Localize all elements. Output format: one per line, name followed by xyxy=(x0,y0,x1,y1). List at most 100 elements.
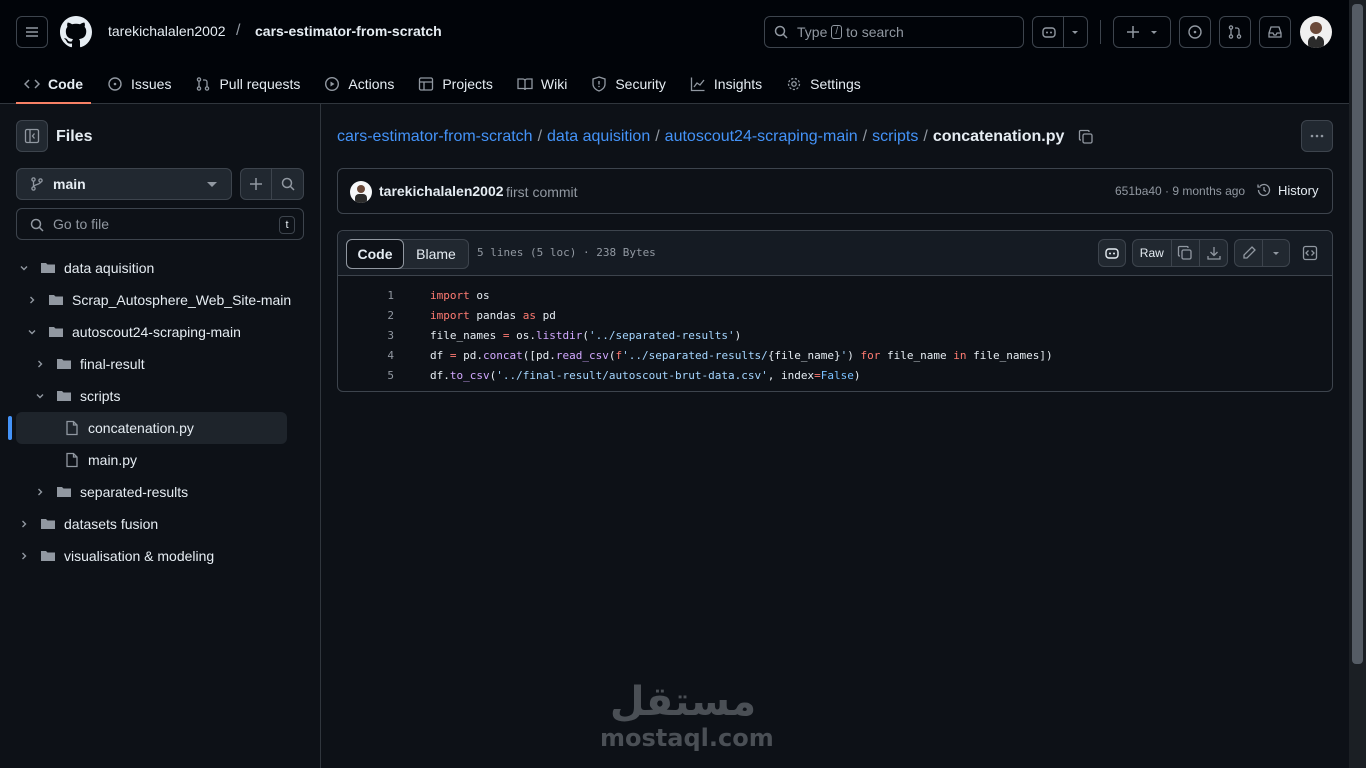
graph-icon xyxy=(690,77,705,92)
copilot-ask-button[interactable] xyxy=(1098,239,1126,267)
file-tree-sidebar: Files main Go to file t data aquisition … xyxy=(0,104,321,768)
tab-settings[interactable]: Settings xyxy=(778,64,869,104)
tab-security[interactable]: Security xyxy=(583,64,674,104)
blame-view-tab[interactable]: Blame xyxy=(404,240,468,268)
issue-icon xyxy=(108,77,122,91)
tree-item-label: autoscout24-scraping-main xyxy=(72,324,241,340)
breadcrumb-current-file: concatenation.py xyxy=(932,128,1065,145)
code-view-tab[interactable]: Code xyxy=(346,239,404,269)
collapse-sidebar-button[interactable] xyxy=(16,120,48,152)
table-icon xyxy=(419,77,434,91)
go-to-file-input[interactable]: Go to file t xyxy=(16,208,304,240)
pull-requests-button[interactable] xyxy=(1219,16,1251,48)
scrollbar-thumb[interactable] xyxy=(1352,4,1363,664)
line-number[interactable]: 2 xyxy=(338,309,394,322)
copilot-icon xyxy=(1041,27,1056,38)
chevron-down-icon xyxy=(36,394,44,399)
tree-item-folder[interactable]: autoscout24-scraping-main xyxy=(24,316,241,348)
tab-pull-requests[interactable]: Pull requests xyxy=(187,64,308,104)
avatar[interactable] xyxy=(1300,16,1332,48)
commit-message-link[interactable]: first commit xyxy=(506,184,578,200)
tree-item-folder[interactable]: visualisation & modeling xyxy=(16,540,214,572)
sidebar-collapse-icon xyxy=(24,128,40,144)
download-icon[interactable] xyxy=(1200,245,1227,261)
line-number[interactable]: 5 xyxy=(338,369,394,382)
commit-hash-and-time[interactable]: 651ba40 · 9 months ago xyxy=(1115,184,1245,198)
breadcrumb-repo-link[interactable]: cars-estimator-from-scratch xyxy=(337,128,533,146)
tree-item-folder[interactable]: datasets fusion xyxy=(16,508,158,540)
repo-owner-link[interactable]: tarekichalalen2002 xyxy=(108,23,226,39)
book-icon xyxy=(517,78,533,91)
tab-label: Issues xyxy=(131,76,172,92)
tab-issues[interactable]: Issues xyxy=(99,64,179,104)
file-stats: 5 lines (5 loc) · 238 Bytes xyxy=(477,246,656,259)
inbox-icon xyxy=(1268,26,1282,38)
tree-item-label: datasets fusion xyxy=(64,516,159,532)
plus-icon xyxy=(1127,26,1139,38)
tab-label: Wiki xyxy=(540,76,568,92)
search-input[interactable]: Type / to search xyxy=(764,16,1024,48)
tree-item-folder[interactable]: scripts xyxy=(32,380,120,412)
tab-insights[interactable]: Insights xyxy=(682,64,770,104)
repo-name-link[interactable]: cars-estimator-from-scratch xyxy=(255,23,442,39)
view-mode-toggle: Code Blame xyxy=(346,239,469,269)
tree-item-folder[interactable]: Scrap_Autosphere_Web_Site-main xyxy=(24,284,291,316)
tree-item-folder[interactable]: separated-results xyxy=(32,476,188,508)
line-number[interactable]: 1 xyxy=(338,289,394,302)
breadcrumb-folder-link[interactable]: data aquisition xyxy=(547,128,650,146)
more-options-button[interactable] xyxy=(1301,120,1333,152)
folder-icon xyxy=(49,295,63,305)
chevron-right-icon xyxy=(22,552,27,560)
folder-open-icon xyxy=(57,391,71,401)
breadcrumb-folder-link[interactable]: scripts xyxy=(872,128,918,146)
search-files-button[interactable] xyxy=(272,169,303,199)
code-block[interactable]: 1 import os 2 import pandas as pd 3 file… xyxy=(338,285,1332,385)
line-number[interactable]: 4 xyxy=(338,349,394,362)
tree-item-file[interactable]: main.py xyxy=(64,444,137,476)
avatar[interactable] xyxy=(350,181,372,203)
pencil-icon[interactable] xyxy=(1235,245,1262,261)
copy-raw-icon[interactable] xyxy=(1172,245,1200,261)
issues-button[interactable] xyxy=(1179,16,1211,48)
page-scrollbar[interactable] xyxy=(1349,0,1366,768)
code-line: 5 df.to_csv('../final-result/autoscout-b… xyxy=(338,365,1332,385)
symbols-panel-button[interactable] xyxy=(1296,239,1324,267)
tab-projects[interactable]: Projects xyxy=(410,64,501,104)
folder-icon xyxy=(41,519,55,529)
files-title: Files xyxy=(56,128,93,145)
tree-item-label: main.py xyxy=(88,452,138,468)
tab-actions[interactable]: Actions xyxy=(316,64,402,104)
folder-icon xyxy=(41,551,55,561)
code-line-text: file_names = os.listdir('../separated-re… xyxy=(430,328,742,342)
folder-icon xyxy=(57,487,71,497)
menu-icon[interactable] xyxy=(16,16,48,48)
app-window: tarekichalalen2002 / cars-estimator-from… xyxy=(0,0,1366,768)
github-logo-icon[interactable] xyxy=(60,16,92,48)
create-new-button[interactable] xyxy=(1113,16,1171,48)
tree-item-label: scripts xyxy=(80,388,121,404)
tab-wiki[interactable]: Wiki xyxy=(509,64,575,104)
pull-request-icon xyxy=(197,77,210,91)
tree-item-folder[interactable]: final-result xyxy=(32,348,145,380)
copy-path-icon[interactable] xyxy=(1078,129,1094,145)
line-number[interactable]: 3 xyxy=(338,329,394,342)
tab-code[interactable]: Code xyxy=(16,64,91,104)
chevron-down-icon[interactable] xyxy=(1263,248,1289,258)
breadcrumb-folder-link[interactable]: autoscout24-scraping-main xyxy=(665,128,858,146)
branch-selector[interactable]: main xyxy=(16,168,232,200)
tree-item-label: data aquisition xyxy=(64,260,155,276)
tree-item-folder[interactable]: data aquisition xyxy=(16,252,154,284)
inbox-button[interactable] xyxy=(1259,16,1291,48)
tree-item-file-selected[interactable]: concatenation.py xyxy=(64,412,194,444)
commit-author-link[interactable]: tarekichalalen2002 xyxy=(379,183,504,199)
mostaql-watermark: مستقل mostaql.com xyxy=(600,678,774,754)
copilot-button[interactable] xyxy=(1032,16,1088,48)
add-file-button[interactable] xyxy=(241,169,272,199)
chevron-down-icon xyxy=(1151,31,1157,34)
raw-button[interactable]: Raw xyxy=(1133,246,1171,260)
tree-item-label: Scrap_Autosphere_Web_Site-main xyxy=(72,292,292,308)
tab-label: Security xyxy=(615,76,666,92)
history-button[interactable]: History xyxy=(1256,182,1318,198)
file-icon xyxy=(66,420,78,436)
file-actions-group xyxy=(240,168,304,200)
